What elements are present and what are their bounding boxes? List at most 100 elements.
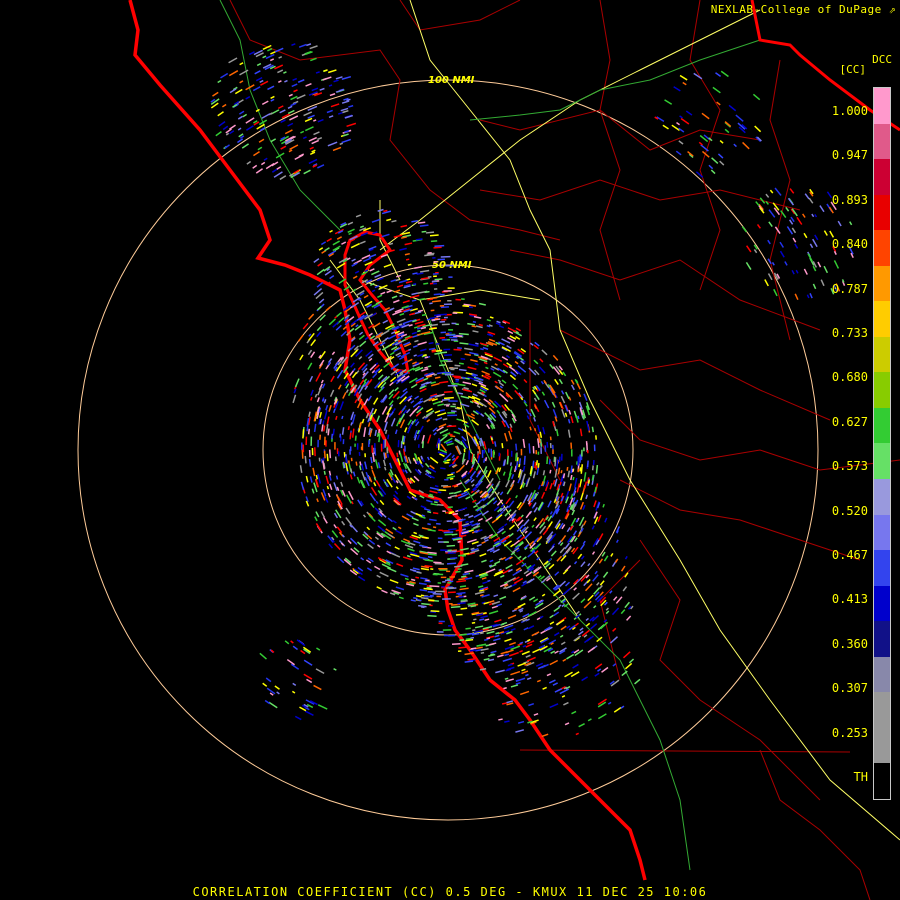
echo-gate <box>390 552 401 558</box>
echo-gate <box>428 599 435 602</box>
echo-gate <box>515 729 525 733</box>
echo-gate <box>358 311 367 317</box>
echo-gate <box>459 587 469 591</box>
echo-gate <box>728 104 737 112</box>
echo-gate <box>400 231 411 236</box>
echo-gate <box>330 103 340 108</box>
echo-gate <box>403 435 406 443</box>
echo-gate <box>809 243 814 249</box>
echo-gate <box>328 318 336 326</box>
echo-gate <box>541 349 548 356</box>
echo-gate <box>593 500 597 508</box>
echo-gate <box>326 109 333 114</box>
echo-gate <box>615 596 623 604</box>
echo-gate <box>411 220 418 223</box>
echo-gate <box>549 621 555 625</box>
echo-gate <box>503 540 512 547</box>
echo-gate <box>512 383 519 390</box>
echo-gate <box>510 543 515 548</box>
echo-gate <box>293 89 298 93</box>
echo-gate <box>420 606 425 609</box>
echo-gate <box>539 615 544 619</box>
echo-gate <box>277 69 284 74</box>
echo-gate <box>318 247 324 251</box>
echo-gate <box>297 334 304 342</box>
echo-gate <box>359 240 366 245</box>
echo-gate <box>368 539 376 545</box>
echo-gate <box>385 542 392 547</box>
echo-gate <box>290 640 294 644</box>
echo-gate <box>479 618 485 621</box>
echo-gate <box>597 713 607 720</box>
echo-gate <box>509 651 519 657</box>
echo-gate <box>473 525 479 529</box>
echo-gate <box>306 678 313 684</box>
echo-gate <box>335 324 342 331</box>
echo-gate <box>823 230 828 236</box>
echo-gate <box>533 359 539 365</box>
echo-gate <box>583 472 587 482</box>
echo-gate <box>323 470 326 475</box>
echo-gate <box>495 632 500 635</box>
echo-gate <box>397 354 402 358</box>
echo-gate <box>565 581 571 587</box>
echo-gate <box>483 361 488 365</box>
external-link-icon[interactable]: ⇗ <box>889 3 896 16</box>
echo-gate <box>331 351 336 356</box>
echo-gate <box>543 399 550 409</box>
echo-gate <box>283 71 287 74</box>
echo-gate <box>583 636 592 644</box>
echo-gate <box>477 585 484 589</box>
echo-gate <box>424 290 430 294</box>
echo-gate <box>268 701 278 709</box>
echo-gate <box>339 142 344 146</box>
echo-gate <box>466 538 477 544</box>
echo-gate <box>310 339 317 347</box>
echo-gate <box>597 514 602 522</box>
color-scale-segment <box>874 301 890 337</box>
echo-gate <box>779 250 785 258</box>
echo-gate <box>434 352 442 355</box>
echo-gate <box>354 435 357 441</box>
echo-gate <box>394 387 399 392</box>
echo-gate <box>355 214 362 218</box>
echo-gate <box>340 542 345 546</box>
echo-gate <box>624 662 633 670</box>
echo-gate <box>701 112 710 120</box>
echo-gate <box>587 562 591 567</box>
echo-gate <box>534 461 537 469</box>
echo-gate <box>598 558 604 564</box>
echo-gate <box>269 58 275 62</box>
echo-gate <box>498 718 503 721</box>
echo-gate <box>359 379 365 386</box>
echo-gate <box>303 111 313 117</box>
echo-gate <box>383 362 391 369</box>
echo-gate <box>526 677 532 681</box>
echo-gate <box>522 644 527 648</box>
legend-label: 0.787 <box>831 281 868 296</box>
echo-gate <box>369 492 377 502</box>
echo-gate <box>462 572 469 576</box>
echo-gate <box>284 129 293 135</box>
echo-gate <box>558 365 563 371</box>
echo-gate <box>386 289 393 294</box>
echo-gate <box>483 658 490 661</box>
echo-gate <box>384 429 388 435</box>
echo-gate <box>724 128 730 134</box>
echo-gate <box>261 113 271 119</box>
echo-gate <box>791 227 797 234</box>
echo-gate <box>389 307 395 311</box>
echo-gate <box>314 516 318 522</box>
echo-gate <box>560 390 565 395</box>
legend-label: 0.627 <box>831 414 868 429</box>
echo-gate <box>812 238 818 248</box>
echo-gate <box>808 197 814 204</box>
echo-gate <box>488 653 496 657</box>
echo-gate <box>554 478 558 487</box>
echo-gate <box>433 246 442 249</box>
echo-gate <box>612 663 617 667</box>
echo-gate <box>462 376 466 379</box>
echo-gate <box>396 563 404 567</box>
echo-gate <box>369 268 375 272</box>
echo-gate <box>579 428 583 437</box>
